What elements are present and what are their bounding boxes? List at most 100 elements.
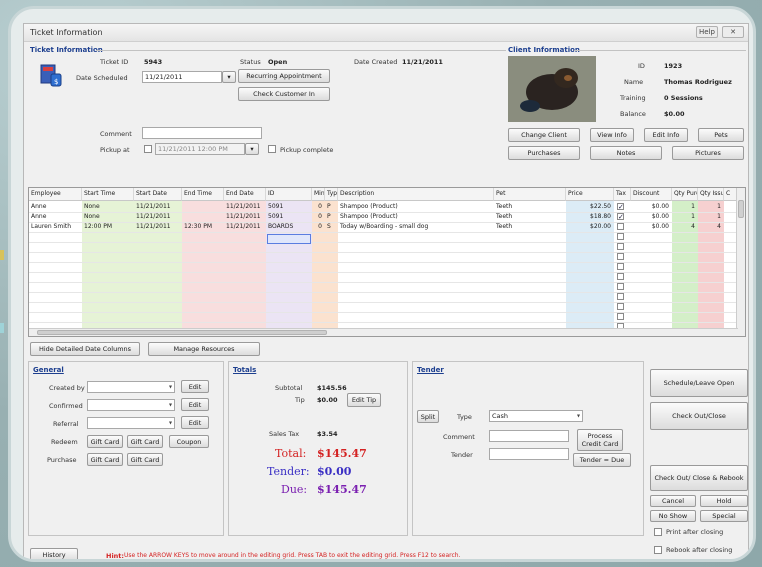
tax-checkbox[interactable]	[617, 273, 624, 280]
grid-cell[interactable]: 4	[672, 222, 698, 232]
close-button[interactable]: ✕	[722, 26, 744, 38]
grid-cell[interactable]: $0.00	[631, 202, 672, 212]
grid-header-price[interactable]: Price	[566, 188, 614, 201]
grid-cell[interactable]: 11/21/2011	[134, 212, 182, 222]
scroll-thumb[interactable]	[37, 330, 327, 335]
grid-cell[interactable]: 11/21/2011	[224, 202, 266, 212]
grid-cell[interactable]: P	[325, 212, 338, 222]
tax-checkbox[interactable]	[617, 253, 624, 260]
selected-cell[interactable]	[267, 234, 311, 244]
edit-info-button[interactable]: Edit Info	[644, 128, 688, 142]
pictures-button[interactable]: Pictures	[672, 146, 744, 160]
hide-date-columns-button[interactable]: Hide Detailed Date Columns	[30, 342, 140, 356]
purchase-gift-card-button[interactable]: Gift Card	[87, 453, 123, 466]
grid-header-id[interactable]: ID	[266, 188, 312, 201]
referral-select[interactable]: ▾	[87, 417, 175, 429]
grid-cell[interactable]: $18.80	[566, 212, 614, 222]
schedule-leave-open-button[interactable]: Schedule/Leave Open	[650, 369, 748, 397]
services-grid[interactable]: Employee Start Time Start Date End Time End …	[28, 187, 746, 337]
pets-button[interactable]: Pets	[698, 128, 744, 142]
grid-cell[interactable]: $20.00	[566, 222, 614, 232]
tax-checkbox[interactable]: ✓	[617, 213, 624, 221]
horizontal-scrollbar[interactable]	[29, 328, 738, 336]
grid-cell[interactable]: $22.50	[566, 202, 614, 212]
grid-cell[interactable]: $0.00	[631, 222, 672, 232]
grid-header-description[interactable]: Description	[338, 188, 494, 201]
created-by-select[interactable]: ▾	[87, 381, 175, 393]
tax-checkbox[interactable]	[617, 243, 624, 250]
tax-checkbox[interactable]: ✓	[617, 203, 624, 211]
grid-cell[interactable]: Lauren Smith	[29, 222, 82, 232]
cancel-button[interactable]: Cancel	[650, 495, 696, 507]
grid-cell[interactable]: 11/21/2011	[224, 222, 266, 232]
grid-cell[interactable]: 1	[698, 202, 724, 212]
grid-header-start-date[interactable]: Start Date	[134, 188, 182, 201]
change-client-button[interactable]: Change Client	[508, 128, 580, 142]
pickup-dropdown-button[interactable]: ▾	[245, 143, 259, 155]
special-button[interactable]: Special	[700, 510, 748, 522]
grid-cell[interactable]: S	[325, 222, 338, 232]
redeem-gift-cert-button[interactable]: Gift Card	[127, 435, 163, 448]
grid-header-tax[interactable]: Tax	[614, 188, 631, 201]
grid-cell[interactable]: Teeth	[494, 212, 566, 222]
grid-header-qty-purch[interactable]: Qty Purch	[672, 188, 698, 201]
tax-checkbox[interactable]	[617, 313, 624, 320]
grid-header-discount[interactable]: Discount	[631, 188, 672, 201]
redeem-gift-card-button[interactable]: Gift Card	[87, 435, 123, 448]
tender-comment-field[interactable]	[489, 430, 569, 442]
edit-tip-button[interactable]: Edit Tip	[347, 393, 381, 407]
process-credit-card-button[interactable]: Process Credit Card	[577, 429, 623, 451]
print-after-closing-checkbox[interactable]	[654, 528, 662, 536]
grid-cell[interactable]: Teeth	[494, 202, 566, 212]
scroll-thumb[interactable]	[738, 200, 744, 218]
recurring-appointment-button[interactable]: Recurring Appointment	[238, 69, 330, 83]
hold-button[interactable]: Hold	[700, 495, 748, 507]
grid-header-start-time[interactable]: Start Time	[82, 188, 134, 201]
grid-header-end-date[interactable]: End Date	[224, 188, 266, 201]
tender-amount-field[interactable]	[489, 448, 569, 460]
grid-cell[interactable]: BOARDS	[266, 222, 312, 232]
created-by-edit-button[interactable]: Edit	[181, 380, 209, 393]
tax-checkbox[interactable]	[617, 303, 624, 310]
no-show-button[interactable]: No Show	[650, 510, 696, 522]
confirmed-select[interactable]: ▾	[87, 399, 175, 411]
purchases-button[interactable]: Purchases	[508, 146, 580, 160]
coupon-button[interactable]: Coupon	[169, 435, 209, 448]
tax-checkbox[interactable]	[617, 283, 624, 290]
confirmed-edit-button[interactable]: Edit	[181, 398, 209, 411]
referral-edit-button[interactable]: Edit	[181, 416, 209, 429]
date-scheduled-picker[interactable]: 11/21/2011	[142, 71, 222, 83]
grid-cell[interactable]: 12:30 PM	[182, 222, 224, 232]
help-button[interactable]: Help	[696, 26, 718, 38]
split-button[interactable]: Split	[417, 410, 439, 423]
grid-cell[interactable]: 11/21/2011	[134, 222, 182, 232]
comment-field[interactable]	[142, 127, 262, 139]
tax-checkbox[interactable]	[617, 223, 624, 230]
rebook-after-closing-checkbox[interactable]	[654, 546, 662, 554]
history-button[interactable]: History	[30, 548, 78, 559]
grid-cell[interactable]	[182, 202, 224, 212]
calendar-dropdown-button[interactable]: ▾	[222, 71, 236, 83]
grid-cell[interactable]: 1	[672, 202, 698, 212]
check-out-close-button[interactable]: Check Out/Close	[650, 402, 748, 430]
grid-cell[interactable]: Shampoo (Product)	[338, 202, 494, 212]
pickup-complete-checkbox[interactable]	[268, 145, 276, 153]
check-out-close-rebook-button[interactable]: Check Out/ Close & Rebook	[650, 465, 748, 491]
grid-header-type[interactable]: Type	[325, 188, 338, 201]
grid-cell[interactable]: 5091	[266, 212, 312, 222]
grid-cell[interactable]: Today w/Boarding - small dog	[338, 222, 494, 232]
pickup-enable-checkbox[interactable]	[144, 145, 152, 153]
tax-checkbox[interactable]	[617, 263, 624, 270]
view-info-button[interactable]: View Info	[590, 128, 634, 142]
tax-checkbox[interactable]	[617, 293, 624, 300]
grid-cell[interactable]: Shampoo (Product)	[338, 212, 494, 222]
grid-cell[interactable]: Anne	[29, 212, 82, 222]
grid-cell[interactable]	[182, 212, 224, 222]
grid-header-mins[interactable]: Mins	[312, 188, 325, 201]
grid-cell[interactable]: 0	[312, 212, 325, 222]
grid-cell[interactable]: $0.00	[631, 212, 672, 222]
grid-cell[interactable]: Anne	[29, 202, 82, 212]
grid-cell[interactable]: 0	[312, 222, 325, 232]
manage-resources-button[interactable]: Manage Resources	[148, 342, 260, 356]
grid-header-employee[interactable]: Employee	[29, 188, 82, 201]
